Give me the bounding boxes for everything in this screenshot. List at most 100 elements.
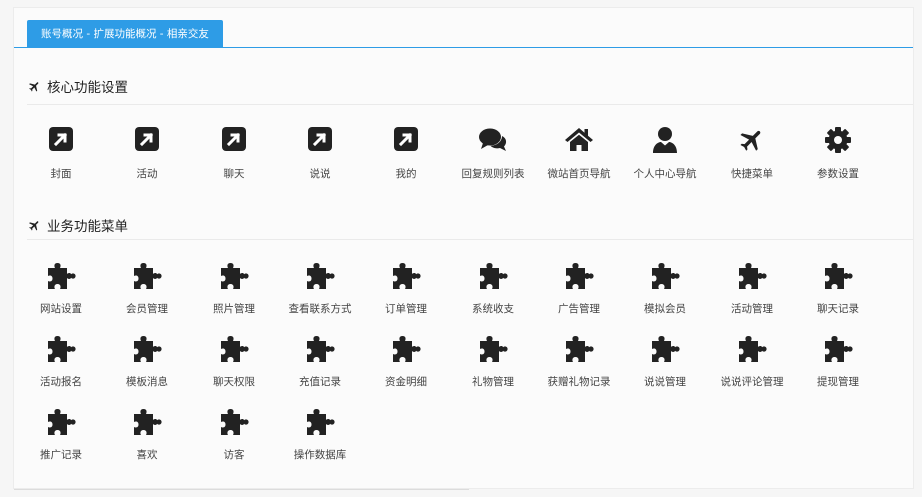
puzzle-icon [450,334,536,366]
core-function-tile[interactable]: 个人中心导航 [622,126,708,181]
business-menu-tile[interactable]: 网站设置 [18,261,104,316]
core-function-label: 回复规则列表 [461,168,525,180]
section-title-core: 核心功能设置 [28,76,128,96]
footer-divider [14,489,469,490]
puzzle-icon [18,261,104,293]
business-menu-tile[interactable]: 礼物管理 [450,334,536,389]
business-menu-tile[interactable]: 聊天记录 [795,261,881,316]
puzzle-icon [536,261,622,293]
business-menu-tile[interactable]: 充值记录 [277,334,363,389]
business-menu-tile[interactable]: 推广记录 [18,407,104,462]
business-menu-tile[interactable]: 说说评论管理 [709,334,795,389]
main-panel: 账号概况 - 扩展功能概况 - 相亲交友 核心功能设置 封面 活动 聊天 说说 我的 回复… [13,7,914,489]
section-title-business: 业务功能菜单 [28,215,128,235]
core-function-tile[interactable]: 说说 [277,126,363,181]
business-menu-tile[interactable]: 说说管理 [622,334,708,389]
business-menu-tile[interactable]: 获赠礼物记录 [536,334,622,389]
core-function-label: 快捷菜单 [731,168,773,180]
business-menu-tile[interactable]: 查看联系方式 [277,261,363,316]
business-menu-tile[interactable]: 活动管理 [709,261,795,316]
business-menu-label: 照片管理 [213,303,255,315]
comments-icon [450,126,536,158]
puzzle-icon [191,334,277,366]
business-menu-label: 礼物管理 [472,376,514,388]
core-function-tile[interactable]: 快捷菜单 [709,126,795,181]
section-business-title: 业务功能菜单 [47,219,128,235]
core-function-label: 说说 [309,168,331,180]
puzzle-icon [363,261,449,293]
puzzle-icon [104,261,190,293]
business-menu-tile[interactable]: 会员管理 [104,261,190,316]
external-link-square-icon [277,126,363,158]
puzzle-icon [277,334,363,366]
business-menu-tile[interactable]: 资金明细 [363,334,449,389]
business-menu-label: 活动管理 [731,303,773,315]
puzzle-icon [277,407,363,439]
core-function-label: 参数设置 [817,168,859,180]
business-menu-tile[interactable]: 广告管理 [536,261,622,316]
business-menu-tile[interactable]: 订单管理 [363,261,449,316]
core-function-label: 封面 [50,168,72,180]
puzzle-icon [450,261,536,293]
puzzle-icon [104,407,190,439]
core-function-label: 活动 [136,168,158,180]
puzzle-icon [277,261,363,293]
puzzle-icon [622,261,708,293]
external-link-square-icon [363,126,449,158]
business-menu-tile[interactable]: 模拟会员 [622,261,708,316]
external-link-square-icon [18,126,104,158]
puzzle-icon [18,407,104,439]
tab-bar: 账号概况 - 扩展功能概况 - 相亲交友 [14,8,913,48]
business-menu-tile[interactable]: 聊天权限 [191,334,277,389]
external-link-square-icon [191,126,277,158]
core-function-label: 我的 [395,168,417,180]
puzzle-icon [795,334,881,366]
core-function-tile[interactable]: 活动 [104,126,190,181]
business-menu-label: 系统收支 [472,303,514,315]
core-function-tile[interactable]: 微站首页导航 [536,126,622,181]
business-menu-label: 活动报名 [40,376,82,388]
business-menu-tile[interactable]: 访客 [191,407,277,462]
business-menu-label: 提现管理 [817,376,859,388]
core-function-label: 个人中心导航 [633,168,697,180]
core-function-tile[interactable]: 聊天 [191,126,277,181]
business-menu-label: 订单管理 [385,303,427,315]
business-menu-label: 资金明细 [385,376,427,388]
business-menu-label: 聊天权限 [213,376,255,388]
external-link-square-icon [104,126,190,158]
business-menu-label: 说说评论管理 [720,376,784,388]
puzzle-icon [104,334,190,366]
business-menu-label: 充值记录 [299,376,341,388]
business-menu-label: 喜欢 [136,449,158,461]
puzzle-icon [622,334,708,366]
core-function-label: 微站首页导航 [547,168,611,180]
business-menu-tile[interactable]: 照片管理 [191,261,277,316]
business-menu-tile[interactable]: 喜欢 [104,407,190,462]
puzzle-icon [191,261,277,293]
puzzle-icon [709,334,795,366]
core-function-tile[interactable]: 参数设置 [795,126,881,181]
business-menu-label: 查看联系方式 [288,303,352,315]
business-menu-tile[interactable]: 系统收支 [450,261,536,316]
business-menu-label: 获赠礼物记录 [547,376,611,388]
business-menu-label: 模拟会员 [644,303,686,315]
core-function-tile[interactable]: 我的 [363,126,449,181]
core-function-label: 聊天 [223,168,245,180]
core-function-tile[interactable]: 封面 [18,126,104,181]
core-function-tile[interactable]: 回复规则列表 [450,126,536,181]
business-menu-label: 网站设置 [40,303,82,315]
puzzle-icon [536,334,622,366]
section-divider [27,239,913,240]
puzzle-icon [709,261,795,293]
business-menu-label: 模板消息 [126,376,168,388]
business-menu-label: 广告管理 [558,303,600,315]
breadcrumb-tab[interactable]: 账号概况 - 扩展功能概况 - 相亲交友 [27,20,223,48]
business-menu-label: 说说管理 [644,376,686,388]
section-divider [27,104,913,105]
business-menu-label: 推广记录 [40,449,82,461]
puzzle-icon [191,407,277,439]
business-menu-tile[interactable]: 提现管理 [795,334,881,389]
business-menu-tile[interactable]: 活动报名 [18,334,104,389]
business-menu-tile[interactable]: 操作数据库 [277,407,363,462]
business-menu-tile[interactable]: 模板消息 [104,334,190,389]
